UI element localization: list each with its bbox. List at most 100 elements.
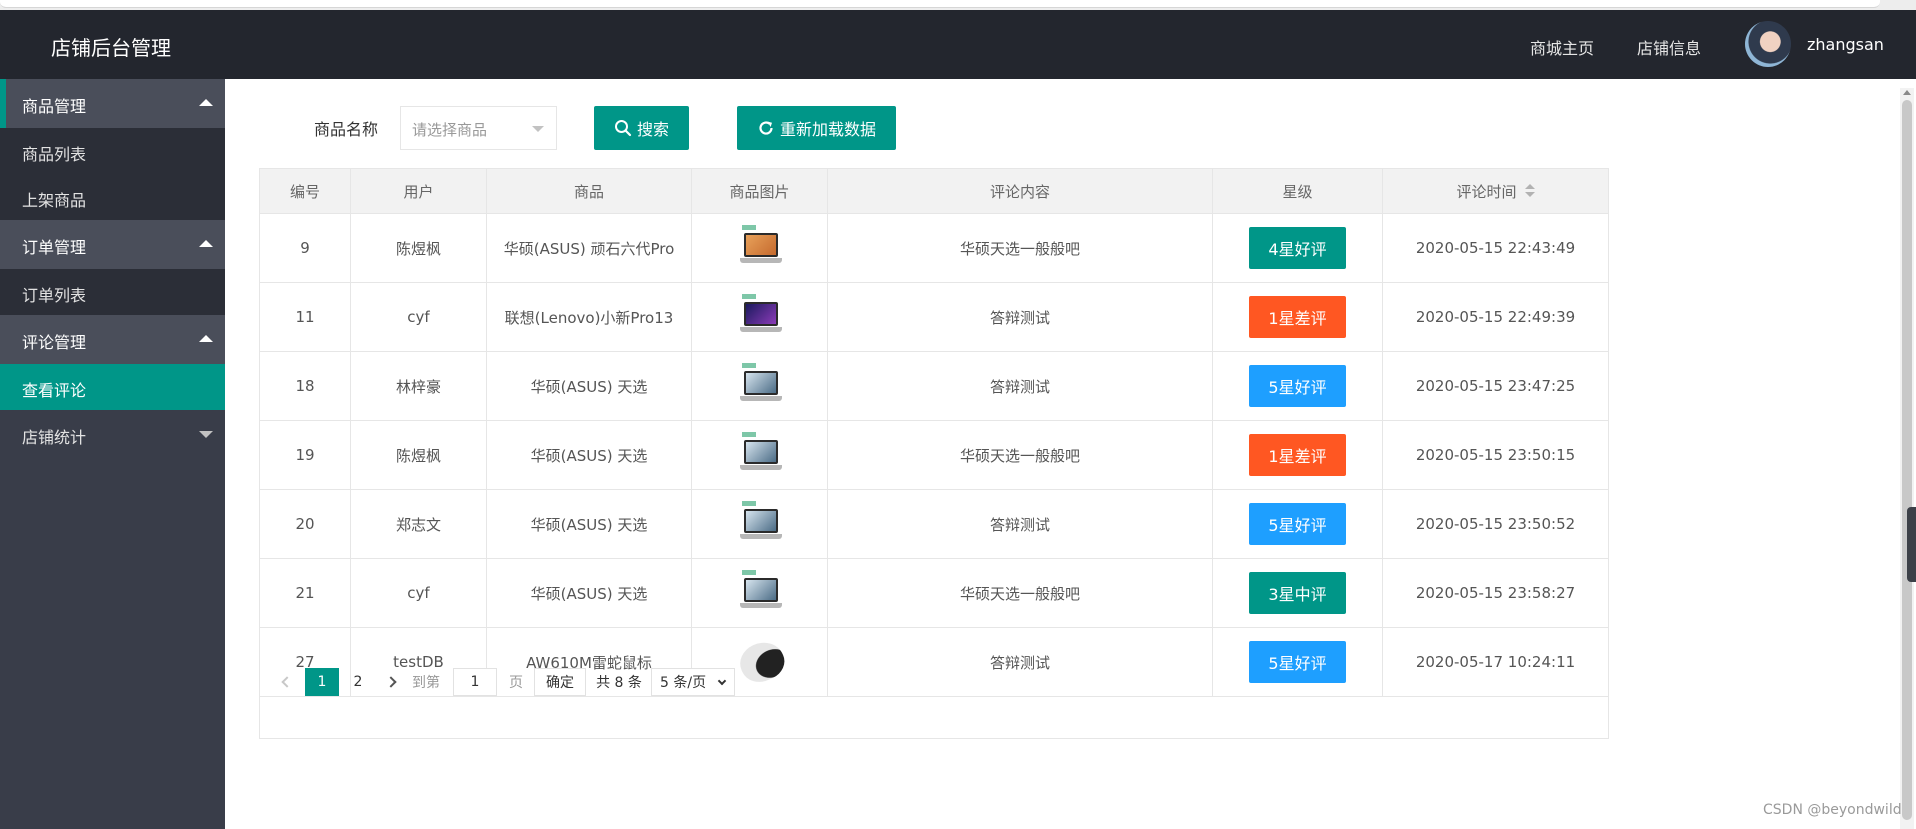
sidebar-group-comments[interactable]: 评论管理 xyxy=(0,315,225,364)
prev-page-button[interactable] xyxy=(276,668,298,696)
column-header-time-label: 评论时间 xyxy=(1456,182,1517,201)
cell-id: 20 xyxy=(260,490,351,558)
cell-image xyxy=(692,283,828,351)
watermark: CSDN @beyondwild xyxy=(1763,802,1902,818)
side-tool-handle[interactable] xyxy=(1907,507,1916,582)
chevron-left-icon xyxy=(281,676,293,688)
laptop-icon xyxy=(738,294,782,340)
product-select-placeholder: 请选择商品 xyxy=(412,121,488,139)
next-page-button[interactable] xyxy=(380,668,402,696)
goto-confirm-button[interactable]: 确定 xyxy=(534,668,586,696)
refresh-icon xyxy=(759,121,773,135)
app-title: 店铺后台管理 xyxy=(51,36,171,60)
column-header-time[interactable]: 评论时间 xyxy=(1383,169,1608,213)
top-header: 店铺后台管理 商城主页 店铺信息 zhangsan xyxy=(0,10,1916,79)
sidebar-group-label: 店铺统计 xyxy=(22,428,87,447)
cell-id: 11 xyxy=(260,283,351,351)
pagination: 1 2 到第 1 页 确定 共 8 条 5 条/页 xyxy=(260,660,1608,704)
sidebar-group-label: 评论管理 xyxy=(22,333,87,352)
caret-up-icon xyxy=(199,335,213,342)
nav-link-shop-info[interactable]: 店铺信息 xyxy=(1637,35,1701,59)
comments-table: 编号 用户 商品 商品图片 评论内容 星级 评论时间 9 陈煜枫 华硕(ASUS) … xyxy=(259,168,1609,739)
laptop-icon xyxy=(738,363,782,409)
sidebar-item-order-list[interactable]: 订单列表 xyxy=(0,269,225,315)
sidebar-group-label: 商品管理 xyxy=(22,97,87,116)
scrollbar[interactable] xyxy=(1900,88,1914,829)
table-row[interactable]: 18 林梓豪 华硕(ASUS) 天选 答辩测试 5星好评 2020-05-15 23:47… xyxy=(260,352,1608,421)
rating-badge: 4星好评 xyxy=(1249,227,1346,269)
column-header-product[interactable]: 商品 xyxy=(487,169,692,213)
rating-badge: 5星好评 xyxy=(1249,503,1346,545)
sidebar-group-label: 订单管理 xyxy=(22,238,87,257)
rating-badge: 1星差评 xyxy=(1249,434,1346,476)
table-row[interactable]: 20 郑志文 华硕(ASUS) 天选 答辩测试 5星好评 2020-05-15 23:50… xyxy=(260,490,1608,559)
sidebar-group-orders[interactable]: 订单管理 xyxy=(0,220,225,269)
cell-time: 2020-05-15 23:47:25 xyxy=(1415,377,1576,395)
cell-product: 华硕(ASUS) 天选 xyxy=(487,421,692,489)
page-unit-label: 页 xyxy=(509,675,523,691)
page-size-value: 5 条/页 xyxy=(660,675,707,691)
laptop-icon xyxy=(738,501,782,547)
sidebar-item-label: 商品列表 xyxy=(22,145,87,164)
page-size-select[interactable]: 5 条/页 xyxy=(651,668,735,696)
laptop-icon xyxy=(738,570,782,616)
cell-time: 2020-05-15 23:50:15 xyxy=(1415,446,1576,464)
caret-down-icon xyxy=(199,431,213,438)
column-header-user[interactable]: 用户 xyxy=(351,169,487,213)
search-button[interactable]: 搜索 xyxy=(594,106,689,150)
cell-id: 18 xyxy=(260,352,351,420)
column-header-rating[interactable]: 星级 xyxy=(1213,169,1383,213)
scrollbar-thumb[interactable] xyxy=(1902,100,1912,820)
cell-rating: 1星差评 xyxy=(1213,283,1383,351)
cell-product: 华硕(ASUS) 天选 xyxy=(487,352,692,420)
cell-rating: 4星好评 xyxy=(1213,214,1383,282)
chevron-down-icon xyxy=(717,676,727,686)
column-header-image[interactable]: 商品图片 xyxy=(692,169,828,213)
sidebar-item-label: 查看评论 xyxy=(22,381,87,400)
rating-badge: 1星差评 xyxy=(1249,296,1346,338)
page-2-button[interactable]: 2 xyxy=(344,668,372,696)
sidebar-item-product-list[interactable]: 商品列表 xyxy=(0,128,225,174)
rating-badge: 3星中评 xyxy=(1249,572,1346,614)
browser-top-strip xyxy=(0,0,1916,10)
cell-id: 9 xyxy=(260,214,351,282)
cell-comment: 答辩测试 xyxy=(828,352,1213,420)
active-group-accent xyxy=(0,79,6,128)
product-select[interactable]: 请选择商品 xyxy=(400,106,557,150)
page-1-button[interactable]: 1 xyxy=(305,668,339,696)
table-row[interactable]: 9 陈煜枫 华硕(ASUS) 顽石六代Pro 华硕天选一般般吧 4星好评 2020-05-… xyxy=(260,214,1608,283)
reload-button-label: 重新加载数据 xyxy=(779,120,876,139)
sidebar-item-add-product[interactable]: 上架商品 xyxy=(0,174,225,220)
avatar[interactable] xyxy=(1745,21,1791,67)
cell-product: 华硕(ASUS) 天选 xyxy=(487,490,692,558)
sidebar-item-view-comments[interactable]: 查看评论 xyxy=(0,364,225,410)
reload-button[interactable]: 重新加载数据 xyxy=(737,106,896,150)
sort-icon[interactable] xyxy=(1524,184,1535,198)
table-row[interactable]: 21 cyf 华硕(ASUS) 天选 华硕天选一般般吧 3星中评 2020-05-15 2… xyxy=(260,559,1608,628)
sidebar-group-stats[interactable]: 店铺统计 xyxy=(0,410,225,459)
sidebar: 商品管理 商品列表 上架商品 订单管理 订单列表 评论管理 查看评论 店铺统计 xyxy=(0,79,225,829)
cell-time: 2020-05-15 22:43:49 xyxy=(1415,239,1576,257)
laptop-icon xyxy=(738,432,782,478)
cell-id: 21 xyxy=(260,559,351,627)
nav-link-mall-home[interactable]: 商城主页 xyxy=(1530,35,1594,59)
cell-rating: 1星差评 xyxy=(1213,421,1383,489)
cell-product: 华硕(ASUS) 顽石六代Pro xyxy=(487,214,692,282)
sidebar-group-products[interactable]: 商品管理 xyxy=(0,79,225,128)
table-row[interactable]: 19 陈煜枫 华硕(ASUS) 天选 华硕天选一般般吧 1星差评 2020-05-15 2… xyxy=(260,421,1608,490)
cell-comment: 答辩测试 xyxy=(828,283,1213,351)
cell-rating: 3星中评 xyxy=(1213,559,1383,627)
cell-product: 联想(Lenovo)小新Pro13 xyxy=(487,283,692,351)
goto-page-input[interactable]: 1 xyxy=(453,668,497,696)
table-header: 编号 用户 商品 商品图片 评论内容 星级 评论时间 xyxy=(260,169,1608,214)
cell-time: 2020-05-15 22:49:39 xyxy=(1415,308,1576,326)
rating-badge: 5星好评 xyxy=(1249,365,1346,407)
caret-up-icon xyxy=(199,240,213,247)
cell-user: cyf xyxy=(351,559,487,627)
column-header-comment[interactable]: 评论内容 xyxy=(828,169,1213,213)
cell-user: 陈煜枫 xyxy=(351,214,487,282)
username[interactable]: zhangsan xyxy=(1807,35,1884,54)
table-row[interactable]: 11 cyf 联想(Lenovo)小新Pro13 答辩测试 1星差评 2020-05-15… xyxy=(260,283,1608,352)
scroll-up-icon[interactable] xyxy=(1903,90,1911,95)
column-header-id[interactable]: 编号 xyxy=(260,169,351,213)
